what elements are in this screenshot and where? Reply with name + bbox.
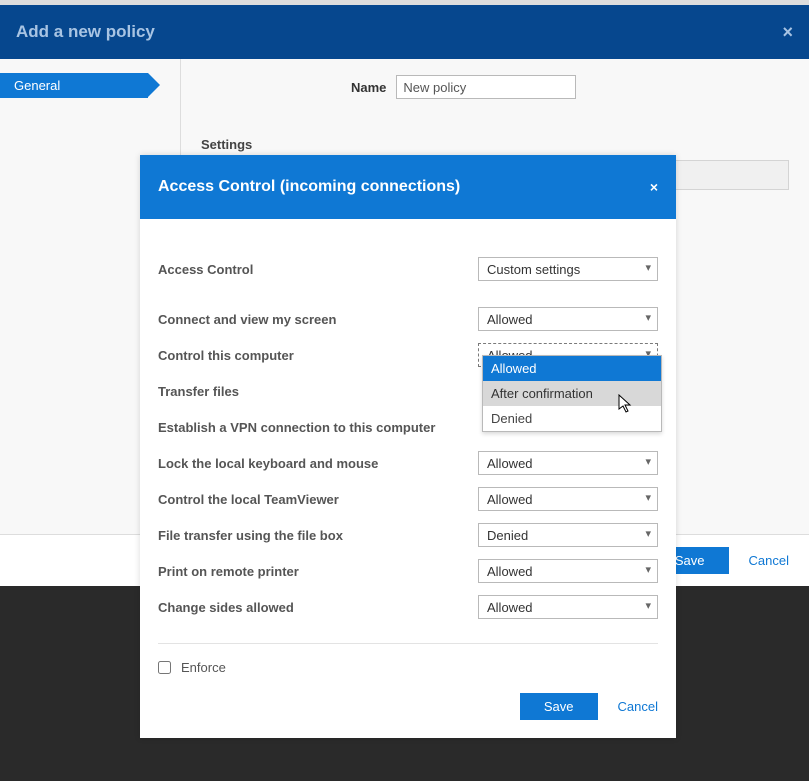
select-access-control[interactable]: Custom settings [478, 257, 658, 281]
modal-title: Access Control (incoming connections) [158, 178, 460, 196]
page-title: Add a new policy [16, 22, 155, 42]
modal-close-icon[interactable]: × [650, 179, 658, 195]
label-file-box: File transfer using the file box [158, 528, 478, 543]
label-vpn: Establish a VPN connection to this compu… [158, 420, 478, 435]
enforce-row: Enforce [158, 654, 658, 689]
select-print[interactable]: Allowed [478, 559, 658, 583]
label-lock-keyboard-mouse: Lock the local keyboard and mouse [158, 456, 478, 471]
label-transfer-files: Transfer files [158, 384, 478, 399]
row-print: Print on remote printer Allowed [158, 553, 658, 589]
name-input[interactable] [396, 75, 576, 99]
divider [158, 643, 658, 644]
label-access-control: Access Control [158, 262, 478, 277]
select-change-sides[interactable]: Allowed [478, 595, 658, 619]
modal-header: Access Control (incoming connections) × [140, 155, 676, 219]
enforce-label: Enforce [181, 660, 226, 675]
label-control-computer: Control this computer [158, 348, 478, 363]
row-connect-view: Connect and view my screen Allowed [158, 301, 658, 337]
modal-footer: Save Cancel [140, 689, 676, 738]
row-lock-keyboard-mouse: Lock the local keyboard and mouse Allowe… [158, 445, 658, 481]
modal-cancel-link[interactable]: Cancel [618, 699, 658, 714]
dropdown-control-computer: Allowed After confirmation Denied [482, 355, 662, 432]
main-header: Add a new policy × [0, 5, 809, 59]
modal-save-button[interactable]: Save [520, 693, 598, 720]
settings-heading: Settings [201, 137, 789, 152]
name-row: Name [351, 75, 789, 99]
select-connect-view[interactable]: Allowed [478, 307, 658, 331]
label-change-sides: Change sides allowed [158, 600, 478, 615]
access-control-modal: Access Control (incoming connections) × … [140, 155, 676, 738]
modal-body: Access Control Custom settings Connect a… [140, 219, 676, 689]
select-file-box[interactable]: Denied [478, 523, 658, 547]
select-lock-keyboard-mouse[interactable]: Allowed [478, 451, 658, 475]
label-control-teamviewer: Control the local TeamViewer [158, 492, 478, 507]
label-print: Print on remote printer [158, 564, 478, 579]
row-change-sides: Change sides allowed Allowed [158, 589, 658, 625]
tab-general[interactable]: General [0, 73, 148, 98]
select-control-teamviewer[interactable]: Allowed [478, 487, 658, 511]
row-control-teamviewer: Control the local TeamViewer Allowed [158, 481, 658, 517]
cancel-link[interactable]: Cancel [749, 553, 789, 568]
label-connect-view: Connect and view my screen [158, 312, 478, 327]
enforce-checkbox[interactable] [158, 661, 171, 674]
dropdown-option-after-confirmation[interactable]: After confirmation [483, 381, 661, 406]
dropdown-option-denied[interactable]: Denied [483, 406, 661, 431]
close-icon[interactable]: × [782, 22, 793, 43]
dropdown-option-allowed[interactable]: Allowed [483, 356, 661, 381]
row-file-box: File transfer using the file box Denied [158, 517, 658, 553]
name-label: Name [351, 80, 386, 95]
row-access-control: Access Control Custom settings [158, 251, 658, 287]
